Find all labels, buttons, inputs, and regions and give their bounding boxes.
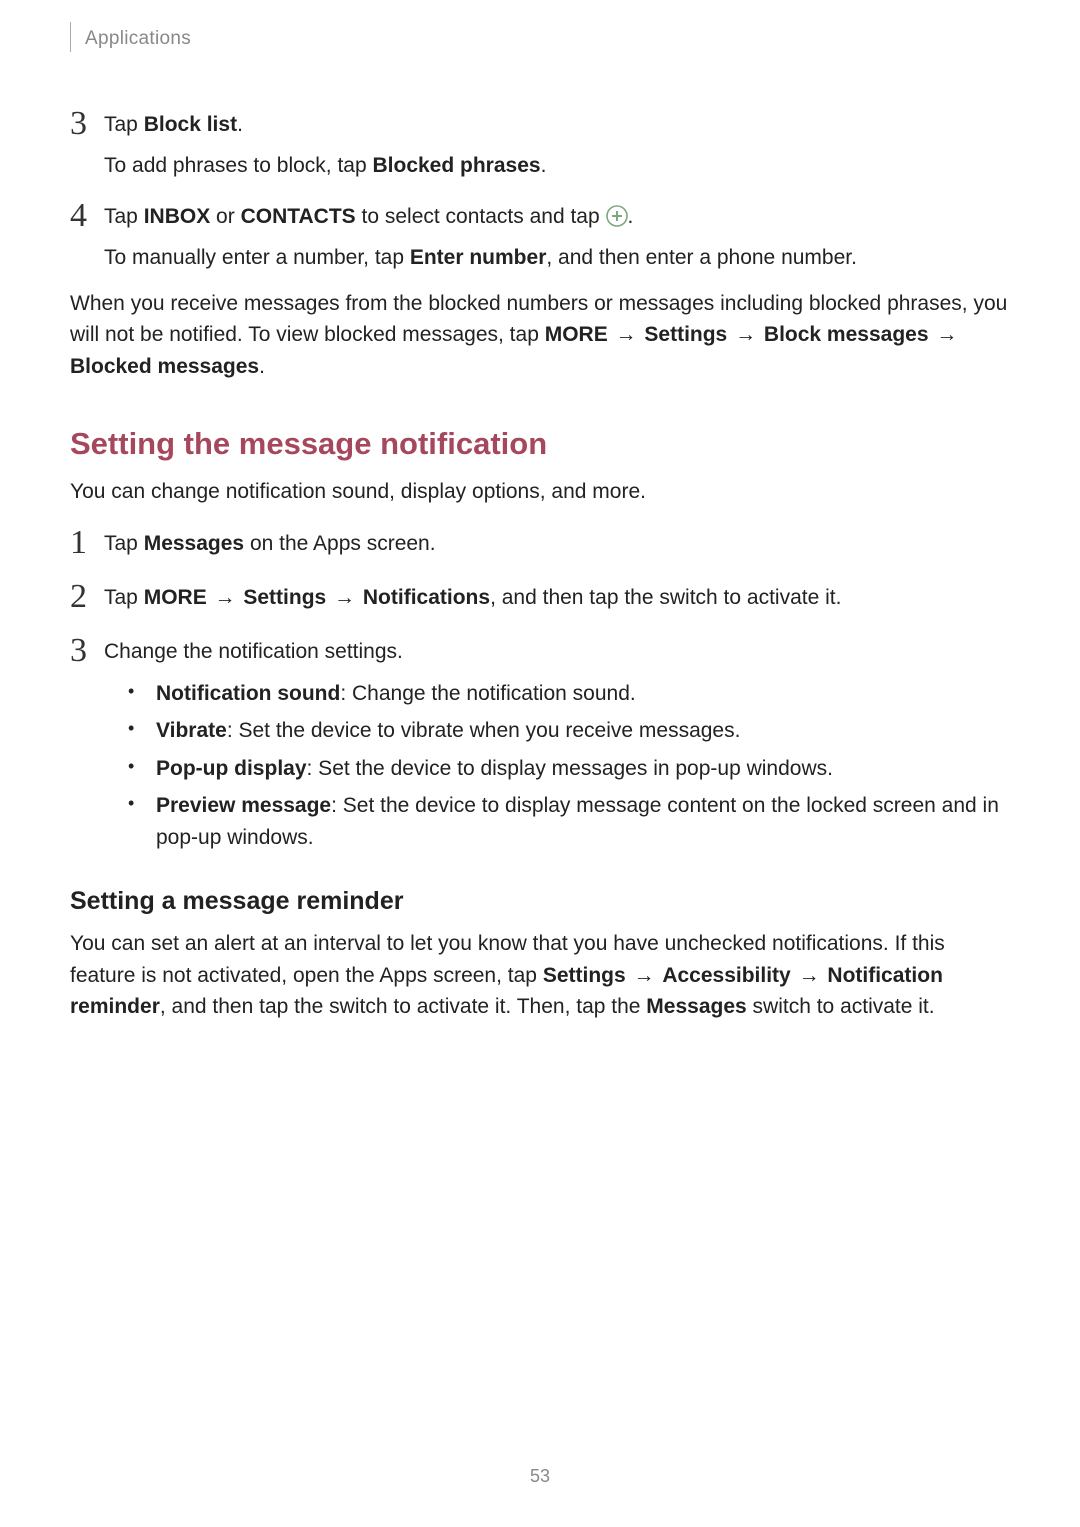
text: .: [259, 355, 265, 378]
list-item: Vibrate: Set the device to vibrate when …: [128, 715, 1010, 747]
step-2: 2 Tap MORE → Settings → Notifications, a…: [70, 580, 1010, 614]
bold-text: Pop-up display: [156, 757, 307, 780]
bold-text: Blocked messages: [70, 355, 259, 378]
text: : Set the device to vibrate when you rec…: [227, 719, 741, 742]
bold-text: Enter number: [410, 246, 547, 269]
arrow: →: [791, 964, 828, 987]
arrow: →: [929, 323, 960, 346]
step-number: 3: [70, 634, 104, 668]
text: switch to activate it.: [747, 995, 935, 1018]
bold-text: Messages: [144, 532, 244, 555]
bold-text: CONTACTS: [241, 205, 356, 228]
step-text: Change the notification settings.: [104, 634, 1010, 667]
bold-text: Settings: [543, 964, 626, 987]
paragraph: When you receive messages from the block…: [70, 288, 1010, 383]
arrow: →: [207, 586, 244, 609]
text: : Set the device to display messages in …: [307, 757, 833, 780]
header-divider: [70, 22, 71, 52]
text: , and then enter a phone number.: [546, 246, 857, 269]
text: Tap: [104, 586, 144, 609]
bold-text: MORE: [545, 323, 608, 346]
step-3: 3 Tap Block list.: [70, 107, 1010, 141]
bold-text: Block list: [144, 113, 237, 136]
text: .: [628, 205, 634, 228]
bold-text: Vibrate: [156, 719, 227, 742]
arrow: →: [626, 964, 663, 987]
step-text: Tap Messages on the Apps screen.: [104, 526, 1010, 559]
page: Applications 3 Tap Block list. To add ph…: [0, 0, 1080, 1527]
text: .: [237, 113, 243, 136]
text: To manually enter a number, tap: [104, 246, 410, 269]
bold-text: Settings: [243, 586, 326, 609]
step-3-sub: To add phrases to block, tap Blocked phr…: [104, 151, 1010, 181]
paragraph: You can set an alert at an interval to l…: [70, 928, 1010, 1023]
page-number: 53: [0, 1466, 1080, 1487]
arrow: →: [326, 586, 363, 609]
list-item: Pop-up display: Set the device to displa…: [128, 753, 1010, 785]
step-number: 2: [70, 580, 104, 614]
step-text: Tap MORE → Settings → Notifications, and…: [104, 580, 1010, 613]
heading-2: Setting the message notification: [70, 426, 1010, 462]
step-number: 3: [70, 107, 104, 141]
text: or: [210, 205, 240, 228]
paragraph: You can change notification sound, displ…: [70, 476, 1010, 508]
bold-text: Accessibility: [662, 964, 790, 987]
text: To add phrases to block, tap: [104, 154, 373, 177]
step-text: Tap Block list.: [104, 107, 1010, 140]
header-title: Applications: [85, 28, 191, 50]
bold-text: MORE: [144, 586, 207, 609]
text: , and then tap the switch to activate it…: [160, 995, 646, 1018]
bold-text: Blocked phrases: [373, 154, 541, 177]
step-1: 1 Tap Messages on the Apps screen.: [70, 526, 1010, 560]
text: Tap: [104, 113, 144, 136]
step-3b: 3 Change the notification settings.: [70, 634, 1010, 668]
step-number: 4: [70, 199, 104, 233]
add-circle-icon: [606, 205, 628, 227]
step-4-sub: To manually enter a number, tap Enter nu…: [104, 243, 1010, 273]
text: Tap: [104, 532, 144, 555]
arrow: →: [727, 323, 764, 346]
bold-text: Preview message: [156, 794, 331, 817]
text: .: [541, 154, 547, 177]
text: , and then tap the switch to activate it…: [490, 586, 841, 609]
bold-text: Block messages: [764, 323, 929, 346]
text: Tap: [104, 205, 144, 228]
bold-text: Notification sound: [156, 682, 340, 705]
list-item: Preview message: Set the device to displ…: [128, 790, 1010, 853]
step-number: 1: [70, 526, 104, 560]
text: to select contacts and tap: [356, 205, 606, 228]
bold-text: Settings: [644, 323, 727, 346]
step-4: 4 Tap INBOX or CONTACTS to select contac…: [70, 199, 1010, 233]
heading-3: Setting a message reminder: [70, 887, 1010, 916]
step-text: Tap INBOX or CONTACTS to select contacts…: [104, 199, 1010, 232]
arrow: →: [608, 323, 645, 346]
list-item: Notification sound: Change the notificat…: [128, 678, 1010, 710]
text: : Change the notification sound.: [340, 682, 635, 705]
bold-text: Notifications: [363, 586, 490, 609]
bold-text: Messages: [646, 995, 746, 1018]
text: on the Apps screen.: [244, 532, 435, 555]
bullet-list: Notification sound: Change the notificat…: [128, 678, 1010, 854]
content-area: 3 Tap Block list. To add phrases to bloc…: [70, 30, 1010, 1023]
bold-text: INBOX: [144, 205, 211, 228]
